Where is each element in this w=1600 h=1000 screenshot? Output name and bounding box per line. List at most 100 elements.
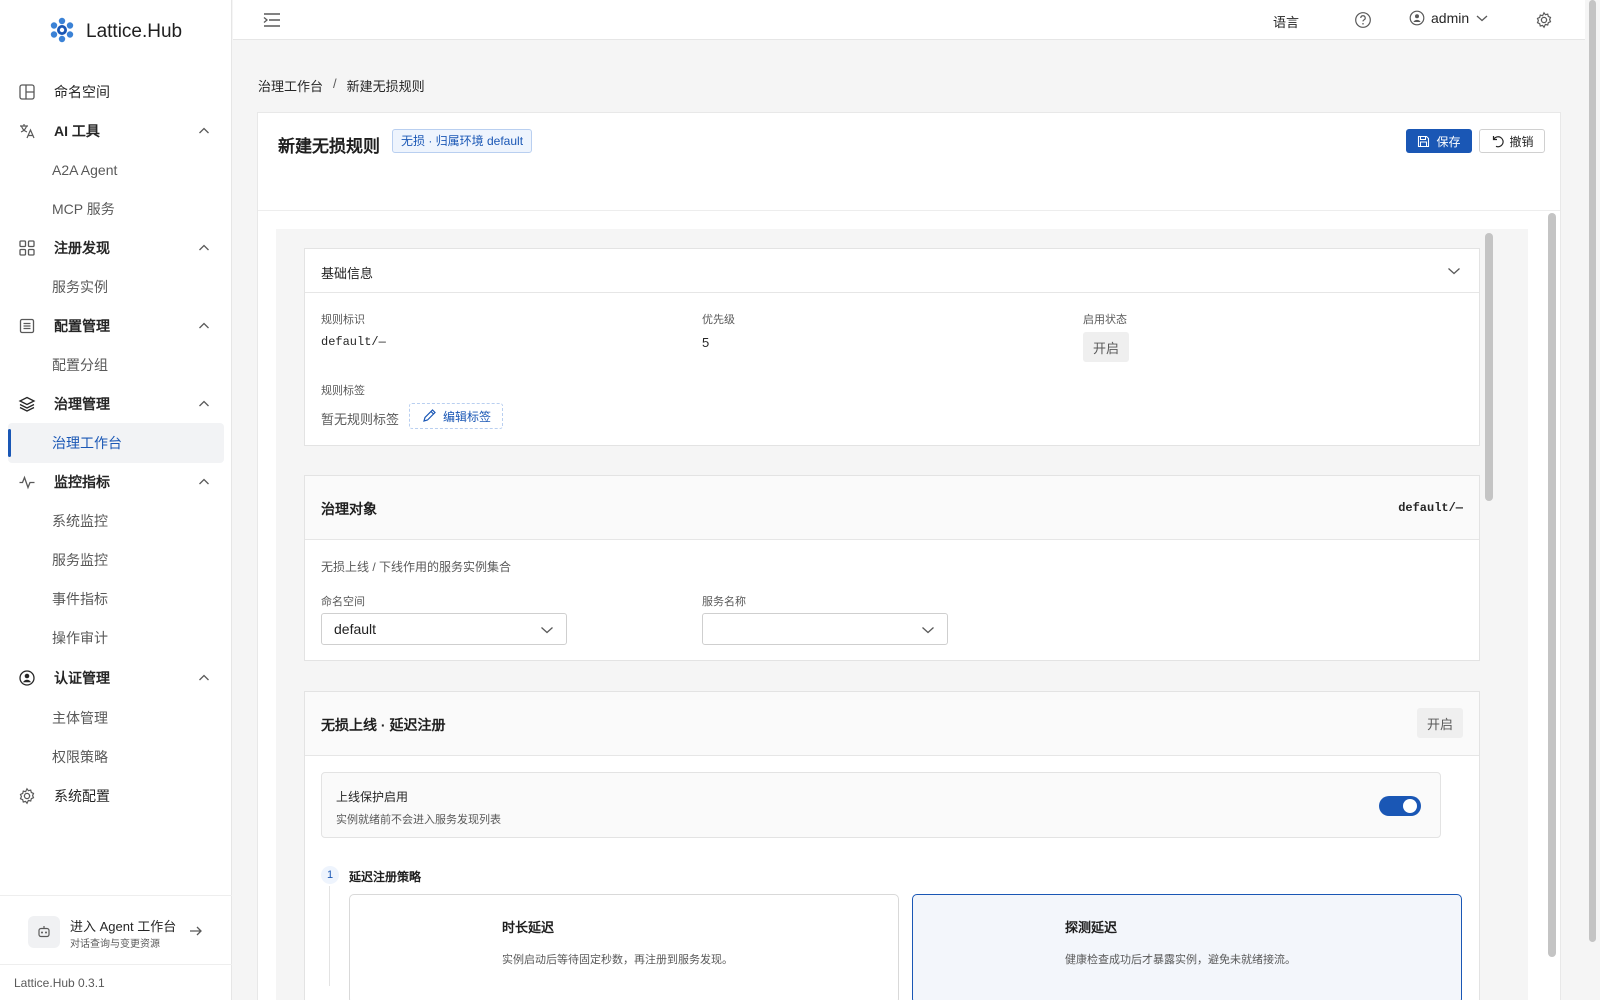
sidebar-item-label: MCP 服务 <box>52 201 115 217</box>
breadcrumb-separator: / <box>333 76 337 91</box>
breadcrumb-parent[interactable]: 治理工作台 <box>258 76 323 95</box>
translate-icon <box>20 124 35 139</box>
status-label: 启用状态 <box>1083 314 1127 326</box>
breadcrumb: 治理工作台 / 新建无损规则 <box>258 76 425 95</box>
chevron-up-icon <box>199 244 209 251</box>
user-menu[interactable]: admin <box>1409 10 1489 26</box>
sidebar-group-registry[interactable]: 注册发现 <box>8 228 224 268</box>
gear-icon <box>19 787 35 805</box>
sidebar-item-audit[interactable]: 操作审计 <box>8 618 224 658</box>
online-protect-title: 上线保护启用 <box>336 790 409 804</box>
card-scrollbar[interactable] <box>1548 213 1556 1000</box>
online-protect-toggle[interactable] <box>1379 796 1421 816</box>
pulse-icon <box>19 475 35 490</box>
menu-fold-icon[interactable] <box>263 12 281 28</box>
target-header: 治理对象 default/— <box>305 476 1479 540</box>
scope-tag: 无损 · 归属环境 default <box>392 129 533 153</box>
help-icon[interactable] <box>1354 11 1372 29</box>
sidebar-group-governance[interactable]: 治理管理 <box>8 384 224 424</box>
online-protect-box: 上线保护启用 实例就绪前不会进入服务发现列表 <box>321 772 1441 838</box>
chevron-up-icon <box>199 478 209 485</box>
sidebar-group-ai-tools[interactable]: AI 工具 <box>8 111 224 151</box>
step-title: 延迟注册策略 <box>349 870 422 884</box>
basic-info-header[interactable]: 基础信息 <box>305 249 1479 293</box>
sidebar-item-label: 配置分组 <box>52 357 108 373</box>
option-description: 健康检查成功后才暴露实例，避免未就绪接流。 <box>1065 954 1296 966</box>
sidebar-item-label: 事件指标 <box>52 591 108 607</box>
namespace-select-value: default <box>334 621 377 637</box>
brand[interactable]: Lattice.Hub <box>48 16 182 47</box>
arrow-right-icon <box>190 926 202 936</box>
edit-tags-label: 编辑标签 <box>442 409 491 424</box>
page-scrollbar[interactable] <box>1585 0 1600 1000</box>
robot-icon <box>28 916 60 948</box>
sidebar-item-system-settings[interactable]: 系统配置 <box>8 776 224 816</box>
rule-id-label: 规则标识 <box>321 314 365 326</box>
chevron-down-icon <box>1448 268 1460 275</box>
option-card-probe-delay[interactable]: 探测延迟 健康检查成功后才暴露实例，避免未就绪接流。 <box>912 894 1462 1000</box>
sidebar-item-governance-workbench[interactable]: 治理工作台 <box>8 423 224 463</box>
tags-label: 规则标签 <box>321 385 365 397</box>
card-scrollbar-thumb[interactable] <box>1548 213 1556 957</box>
top-header: 语言 admin <box>233 0 1585 40</box>
priority-value: 5 <box>702 335 710 350</box>
step-connector <box>329 886 330 986</box>
sidebar-item-service-monitor[interactable]: 服务监控 <box>8 540 224 580</box>
sidebar-item-label: 系统监控 <box>52 513 108 529</box>
sidebar-item-service-instances[interactable]: 服务实例 <box>8 267 224 307</box>
sidebar-item-label: 认证管理 <box>54 670 110 686</box>
target-panel: 治理对象 default/— 无损上线 / 下线作用的服务实例集合 命名空间 d… <box>304 475 1480 661</box>
online-delay-header: 无损上线 · 延迟注册 开启 <box>305 692 1479 756</box>
sidebar-group-config[interactable]: 配置管理 <box>8 306 224 346</box>
app-version: Lattice.Hub 0.3.1 <box>14 976 105 990</box>
undo-button[interactable]: 撤销 <box>1479 129 1545 153</box>
brand-title: Lattice.Hub <box>86 20 183 42</box>
apps-grid-icon <box>19 240 35 256</box>
sidebar-group-auth[interactable]: 认证管理 <box>8 658 224 698</box>
language-switch[interactable]: 语言 <box>1273 12 1299 31</box>
online-delay-title: 无损上线 · 延迟注册 <box>321 717 446 733</box>
agent-workbench-entry[interactable]: 进入 Agent 工作台 对话查询与变更资源 <box>0 895 232 965</box>
sidebar-item-label: 治理管理 <box>54 396 110 412</box>
service-name-select[interactable] <box>702 613 948 645</box>
chevron-up-icon <box>199 322 209 329</box>
namespace-label: 命名空间 <box>321 596 365 608</box>
sidebar-item-mcp-service[interactable]: MCP 服务 <box>8 189 224 229</box>
online-protect-description: 实例就绪前不会进入服务发现列表 <box>336 814 501 826</box>
save-button[interactable]: 保存 <box>1406 129 1472 153</box>
basic-info-panel: 基础信息 规则标识 default/— 优先级 5 启用状态 开启 规则标签 暂… <box>304 248 1480 446</box>
edit-tags-button[interactable]: 编辑标签 <box>409 403 503 429</box>
sidebar-item-principals[interactable]: 主体管理 <box>8 698 224 738</box>
sidebar-item-event-metrics[interactable]: 事件指标 <box>8 579 224 619</box>
online-delay-panel: 无损上线 · 延迟注册 开启 上线保护启用 实例就绪前不会进入服务发现列表 1 … <box>304 691 1480 1000</box>
sidebar-item-config-groups[interactable]: 配置分组 <box>8 345 224 385</box>
username: admin <box>1431 10 1470 26</box>
sidebar-group-monitoring[interactable]: 监控指标 <box>8 462 224 502</box>
chevron-down-icon <box>1476 15 1488 22</box>
chevron-up-icon <box>199 400 209 407</box>
settings-gear-icon[interactable] <box>1535 11 1553 29</box>
sidebar-item-label: 命名空间 <box>54 84 110 100</box>
form-scrollbar[interactable] <box>1485 229 1493 1000</box>
namespace-select[interactable]: default <box>321 613 567 645</box>
lattice-logo-icon <box>48 16 76 47</box>
sidebar-item-label: 注册发现 <box>54 240 110 256</box>
sidebar-item-system-monitor[interactable]: 系统监控 <box>8 501 224 541</box>
online-delay-status-chip: 开启 <box>1417 708 1463 738</box>
sidebar: Lattice.Hub 命名空间 AI 工具 A2A Agent MCP 服务 … <box>0 0 232 1000</box>
form-scrollbar-thumb[interactable] <box>1485 233 1493 501</box>
option-card-duration-delay[interactable]: 时长延迟 实例启动后等待固定秒数，再注册到服务发现。 <box>349 894 899 1000</box>
sidebar-item-a2a-agent[interactable]: A2A Agent <box>8 150 224 190</box>
sidebar-item-label: 系统配置 <box>54 788 110 804</box>
user-circle-icon <box>19 670 35 686</box>
service-name-label: 服务名称 <box>702 596 746 608</box>
sidebar-item-namespace[interactable]: 命名空间 <box>8 72 224 112</box>
sidebar-item-label: 服务监控 <box>52 552 108 568</box>
option-title: 时长延迟 <box>502 920 555 935</box>
sidebar-item-permission-policies[interactable]: 权限策略 <box>8 737 224 777</box>
option-description: 实例启动后等待固定秒数，再注册到服务发现。 <box>502 954 733 966</box>
chevron-up-icon <box>199 674 209 681</box>
page-scrollbar-thumb[interactable] <box>1589 0 1596 942</box>
sidebar-item-label: 操作审计 <box>52 630 108 646</box>
chevron-down-icon <box>922 627 934 634</box>
